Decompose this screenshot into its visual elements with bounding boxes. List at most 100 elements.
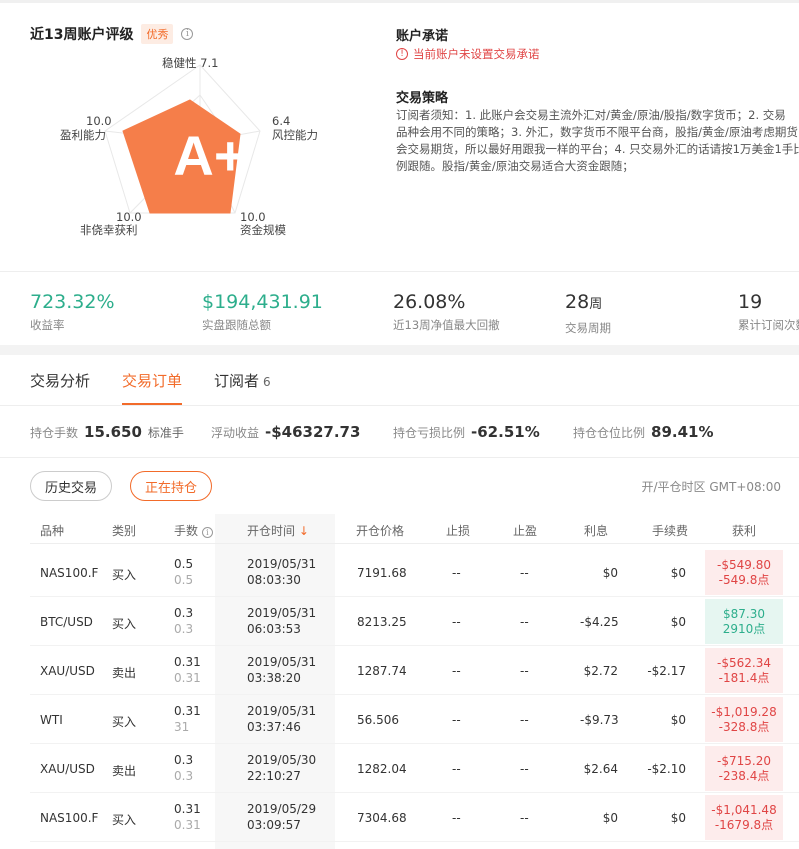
table-header: 品种 类别 手数 i 开仓时间 ↓ 开仓价格 止损 止盈 利息 手续费 获利 (30, 514, 799, 544)
stat-follow-total: $194,431.91 实盘跟随总额 (202, 291, 323, 332)
info-icon[interactable]: i (201, 527, 213, 538)
strategy-line: 订阅者须知：1. 此账户会交易主流外汇对/黄金/原油/股指/数字货币；2. 交易 (396, 108, 786, 122)
cell-lots-sub: 0.3 (174, 769, 194, 783)
grade-text: A+ (173, 124, 246, 187)
cell-swap: $2.64 (583, 762, 618, 776)
history-trades-button[interactable]: 历史交易 (30, 471, 113, 501)
cell-lots-sub: 0.31 (174, 671, 201, 685)
profit-amount: -$562.34 (717, 655, 771, 670)
cell-symbol: NAS100.F (40, 566, 99, 580)
table-row[interactable]: BTC/USD 买入 0.3 0.3 2019/05/31 06:03:53 8213.25… (30, 597, 799, 646)
cell-swap: $2.72 (583, 664, 618, 678)
cell-type: 卖出 (112, 764, 137, 778)
profit-points: -1679.8点 (714, 817, 774, 832)
cell-take-profit: -- (520, 811, 529, 825)
cell-open-time: 03:09:57 (247, 818, 301, 832)
cell-lots-sub: 31 (174, 720, 190, 734)
cell-lots-sub: 0.5 (174, 573, 194, 587)
th-lots[interactable]: 手数 i (174, 522, 213, 539)
cell-profit: -$715.20 -238.4点 (705, 746, 783, 791)
summary-lots: 持仓手数 15.650 标准手 (30, 423, 184, 441)
cell-stop-loss: -- (452, 566, 461, 580)
label-risk-value: 6.4 (272, 114, 291, 128)
cell-type: 买入 (112, 568, 137, 582)
label-profit-name: 盈利能力 (60, 128, 106, 142)
cell-type: 买入 (112, 715, 137, 729)
divider (0, 457, 799, 458)
cell-open-date: 2019/05/31 (247, 606, 317, 620)
cell-open-price: 8213.25 (357, 615, 407, 629)
top-border (0, 0, 799, 3)
cell-stop-loss: -- (452, 615, 461, 629)
cell-open-price: 7304.68 (357, 811, 407, 825)
th-type: 类别 (112, 524, 137, 538)
divider (0, 271, 799, 272)
table-row[interactable]: XAU/USD 卖出 0.31 0.31 2019/05/31 03:38:20 1287.… (30, 646, 799, 695)
cell-stop-loss: -- (452, 762, 461, 776)
cell-swap: -$4.25 (580, 615, 619, 629)
cell-open-date: 2019/05/31 (247, 704, 317, 718)
cell-fee: $0 (670, 615, 686, 629)
cell-profit: -$1,019.28 -328.8点 (705, 697, 783, 742)
cell-fee: $0 (670, 811, 686, 825)
table-row[interactable]: XAU/USD 卖出 0.3 0.3 2019/05/30 22:10:27 1282.04… (30, 744, 799, 793)
tab-orders[interactable]: 交易订单 (122, 370, 183, 405)
cell-type: 买入 (112, 813, 137, 827)
profit-amount: -$1,041.48 (711, 802, 777, 817)
profit-amount: -$715.20 (717, 753, 771, 768)
table-row[interactable]: WTI 买入 0.31 31 2019/05/31 03:37:46 56.506 -- -- -… (30, 695, 799, 744)
stat-subscriptions: 19 累计订阅次数 (738, 291, 799, 332)
rating-title-text: 近13周账户评级 (30, 27, 134, 43)
cell-profit: -$1,041.48 -1679.8点 (705, 795, 783, 840)
commitment-title: 账户承诺 (396, 29, 449, 44)
cell-open-price: 56.506 (357, 713, 399, 727)
tab-bar: 交易分析 交易订单 订阅者 6 (30, 370, 271, 405)
cell-profit: -$549.80 -549.8点 (705, 550, 783, 595)
summary-floating: 浮动收益 -$46327.73 (211, 423, 361, 441)
cell-stop-loss: -- (452, 664, 461, 678)
cell-take-profit: -- (520, 762, 529, 776)
cell-open-time: 22:10:27 (247, 769, 301, 783)
tab-subscribers[interactable]: 订阅者 6 (214, 370, 271, 405)
cell-symbol: XAU/USD (40, 762, 95, 776)
cell-lots: 0.31 (174, 802, 201, 816)
profit-points: -181.4点 (718, 670, 770, 685)
cell-swap: $0 (602, 811, 618, 825)
warning-icon: ! (396, 48, 408, 60)
profit-points: 2910点 (722, 621, 766, 636)
cell-open-date: 2019/05/31 (247, 655, 317, 669)
strategy-title: 交易策略 (396, 91, 449, 106)
info-icon[interactable]: i (181, 28, 194, 40)
cell-open-time: 03:37:46 (247, 720, 301, 734)
cell-profit: -$562.34 -181.4点 (705, 648, 783, 693)
cell-open-price: 1282.04 (357, 762, 407, 776)
th-swap: 利息 (584, 524, 609, 538)
profit-amount: -$549.80 (717, 557, 771, 572)
cell-open-price: 1287.74 (357, 664, 407, 678)
tab-analysis[interactable]: 交易分析 (30, 370, 90, 405)
profit-amount: $87.30 (723, 606, 765, 621)
cell-symbol: XAU/USD (40, 664, 95, 678)
open-positions-button[interactable]: 正在持仓 (130, 471, 213, 501)
radar-svg: A+ (104, 64, 261, 214)
th-open-time[interactable]: 开仓时间 ↓ (247, 522, 309, 539)
table-row[interactable]: NAS100.F 买入 0.5 0.5 2019/05/31 08:03:30 7191.6… (30, 548, 799, 597)
th-profit: 获利 (732, 524, 757, 538)
cell-take-profit: -- (520, 664, 529, 678)
cell-stop-loss: -- (452, 713, 461, 727)
cell-lots-sub: 0.3 (174, 622, 194, 636)
th-stop-loss: 止损 (446, 524, 471, 538)
th-fee: 手续费 (652, 524, 689, 538)
cell-take-profit: -- (520, 713, 529, 727)
cell-take-profit: -- (520, 615, 529, 629)
profit-points: -328.8点 (718, 719, 770, 734)
summary-loss-ratio: 持仓亏损比例 -62.51% (393, 423, 540, 441)
label-nonluck-value: 10.0 (116, 210, 142, 224)
cell-open-date: 2019/05/30 (247, 753, 317, 767)
profit-amount: -$1,019.28 (711, 704, 777, 719)
cell-open-price: 7191.68 (357, 566, 407, 580)
table-row[interactable]: NAS100.F 买入 0.31 0.31 2019/05/29 03:09:57 7304… (30, 793, 799, 842)
label-capital-value: 10.0 (240, 210, 266, 224)
summary-position-ratio: 持仓仓位比例 89.41% (573, 423, 714, 441)
cell-fee: $0 (670, 566, 686, 580)
